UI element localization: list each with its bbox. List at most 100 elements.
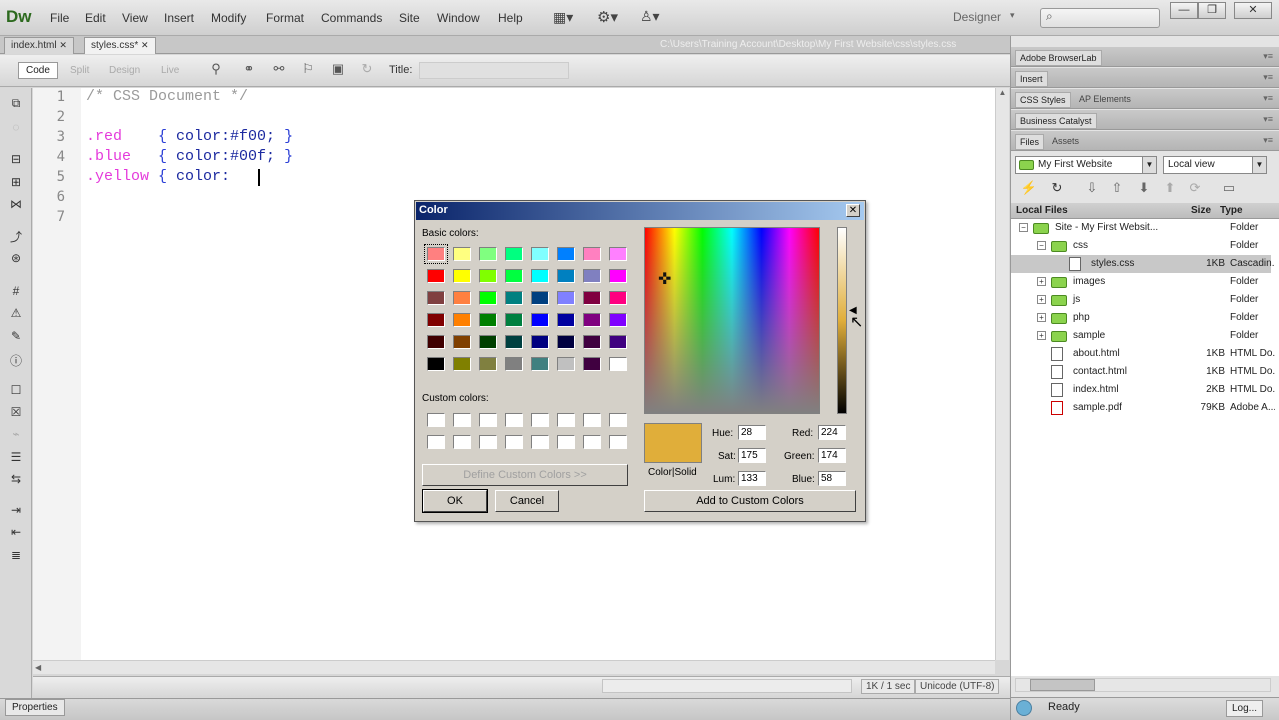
collapse-icon[interactable]: − bbox=[1037, 241, 1046, 250]
basic-color-swatch[interactable] bbox=[557, 313, 575, 327]
custom-color-swatch[interactable] bbox=[453, 435, 471, 449]
panel-menu-icon[interactable]: ▾≡ bbox=[1263, 72, 1273, 83]
basic-color-swatch[interactable] bbox=[427, 335, 445, 349]
custom-color-swatch[interactable] bbox=[427, 435, 445, 449]
basic-color-swatch[interactable] bbox=[609, 291, 627, 305]
basic-color-swatch[interactable] bbox=[479, 247, 497, 261]
put-files-icon[interactable]: ⇧ bbox=[1108, 180, 1126, 198]
menu-modify[interactable]: Modify bbox=[211, 11, 246, 25]
dialog-titlebar[interactable] bbox=[416, 202, 864, 220]
file-row[interactable]: contact.html 1KB HTML Do... bbox=[1011, 363, 1275, 381]
code-line[interactable]: .blue { color:#00f; } bbox=[86, 148, 293, 168]
menu-view[interactable]: View bbox=[122, 11, 148, 25]
outdent-code-icon[interactable]: ⇤ bbox=[7, 525, 25, 541]
sat-field[interactable]: 175 bbox=[738, 448, 766, 463]
expand-panel-icon[interactable]: ▭ bbox=[1220, 180, 1238, 198]
custom-color-swatch[interactable] bbox=[583, 413, 601, 427]
chevron-down-icon[interactable]: ▼ bbox=[1142, 157, 1156, 173]
basic-color-swatch[interactable] bbox=[531, 357, 549, 371]
file-row[interactable]: styles.css 1KB Cascadin... bbox=[1011, 255, 1275, 273]
basic-color-swatch[interactable] bbox=[453, 247, 471, 261]
basic-color-swatch[interactable] bbox=[583, 357, 601, 371]
basic-color-swatch[interactable] bbox=[505, 313, 523, 327]
hue-field[interactable]: 28 bbox=[738, 425, 766, 440]
basic-color-swatch[interactable] bbox=[531, 269, 549, 283]
menu-window[interactable]: Window bbox=[437, 11, 480, 25]
basic-color-swatch[interactable] bbox=[531, 291, 549, 305]
open-documents-icon[interactable]: ⧉ bbox=[7, 96, 25, 112]
custom-color-swatch[interactable] bbox=[583, 435, 601, 449]
visual-aids-icon[interactable]: ▣ bbox=[327, 61, 349, 79]
workspace-switcher[interactable]: Designer bbox=[953, 10, 1001, 24]
close-icon[interactable]: ✕ bbox=[141, 40, 149, 50]
ok-button[interactable]: OK bbox=[422, 489, 488, 513]
chevron-down-icon[interactable]: ▼ bbox=[1252, 157, 1266, 173]
panel-menu-icon[interactable]: ▾≡ bbox=[1263, 135, 1273, 146]
basic-color-swatch[interactable] bbox=[453, 269, 471, 283]
wrap-tag-icon[interactable]: ⌁ bbox=[7, 427, 25, 443]
basic-color-swatch[interactable] bbox=[479, 313, 497, 327]
custom-color-swatch[interactable] bbox=[531, 413, 549, 427]
close-icon[interactable]: ✕ bbox=[59, 40, 67, 50]
check-out-icon[interactable]: ⬇ bbox=[1135, 180, 1153, 198]
basic-color-swatch[interactable] bbox=[505, 335, 523, 349]
collapse-tag-icon[interactable]: ⊟ bbox=[7, 152, 25, 168]
green-field[interactable]: 174 bbox=[818, 448, 846, 463]
info-bar-icon[interactable]: ⓘ bbox=[7, 352, 25, 368]
multiscreen-icon[interactable]: ⚯ bbox=[268, 61, 290, 79]
basic-color-swatch[interactable] bbox=[557, 335, 575, 349]
basic-color-swatch[interactable] bbox=[583, 291, 601, 305]
basic-color-swatch[interactable] bbox=[479, 357, 497, 371]
custom-color-swatch[interactable] bbox=[505, 435, 523, 449]
maximize-button[interactable]: ❐ bbox=[1198, 2, 1226, 19]
highlight-invalid-code-icon[interactable]: ⚠ bbox=[7, 306, 25, 322]
basic-color-swatch[interactable] bbox=[609, 313, 627, 327]
basic-color-swatch[interactable] bbox=[427, 291, 445, 305]
basic-color-swatch[interactable] bbox=[427, 269, 445, 283]
blue-field[interactable]: 58 bbox=[818, 471, 846, 486]
layout-icon[interactable]: ▦▾ bbox=[553, 9, 573, 26]
search-input[interactable] bbox=[1040, 8, 1160, 28]
get-files-icon[interactable]: ⇩ bbox=[1083, 180, 1101, 198]
file-row[interactable]: + sample Folder bbox=[1011, 327, 1271, 345]
select-parent-tag-icon[interactable]: ⤴ bbox=[7, 228, 25, 244]
user-icon[interactable]: ♙▾ bbox=[640, 8, 660, 25]
expand-all-icon[interactable]: ⋈ bbox=[7, 197, 25, 213]
panel-menu-icon[interactable]: ▾≡ bbox=[1263, 93, 1273, 104]
file-row[interactable]: index.html 2KB HTML Do... bbox=[1011, 381, 1275, 399]
collapse-selection-icon[interactable]: ⊞ bbox=[7, 175, 25, 191]
panel-files[interactable]: Files Assets ▾≡ bbox=[1011, 131, 1279, 151]
file-row[interactable]: − css Folder bbox=[1011, 237, 1271, 255]
basic-color-swatch[interactable] bbox=[479, 291, 497, 305]
basic-color-swatch[interactable] bbox=[453, 357, 471, 371]
menu-insert[interactable]: Insert bbox=[164, 11, 194, 25]
basic-color-swatch[interactable] bbox=[453, 291, 471, 305]
file-row[interactable]: about.html 1KB HTML Do... bbox=[1011, 345, 1275, 363]
file-row[interactable]: sample.pdf 79KB Adobe A... bbox=[1011, 399, 1275, 417]
basic-color-swatch[interactable] bbox=[505, 357, 523, 371]
file-row[interactable]: + images Folder bbox=[1011, 273, 1271, 291]
minimize-button[interactable]: — bbox=[1170, 2, 1198, 19]
basic-color-swatch[interactable] bbox=[479, 335, 497, 349]
basic-color-swatch[interactable] bbox=[505, 291, 523, 305]
inspect-icon[interactable]: ⚭ bbox=[238, 61, 260, 79]
expand-icon[interactable]: + bbox=[1037, 295, 1046, 304]
custom-color-swatch[interactable] bbox=[505, 413, 523, 427]
panel-insert[interactable]: Insert ▾≡ bbox=[1011, 68, 1279, 88]
custom-color-swatch[interactable] bbox=[427, 413, 445, 427]
basic-color-swatch[interactable] bbox=[609, 357, 627, 371]
expand-icon[interactable]: + bbox=[1037, 313, 1046, 322]
apply-comment-icon[interactable]: ☐ bbox=[7, 383, 25, 399]
dialog-close-button[interactable]: ✕ bbox=[846, 204, 860, 217]
column-type[interactable]: Type bbox=[1220, 205, 1243, 216]
custom-color-swatch[interactable] bbox=[453, 413, 471, 427]
code-line[interactable]: .red { color:#f00; } bbox=[86, 128, 293, 148]
basic-color-swatch[interactable] bbox=[557, 291, 575, 305]
title-input[interactable] bbox=[419, 62, 569, 79]
refresh-icon[interactable]: ↻ bbox=[356, 61, 378, 79]
expand-icon[interactable]: + bbox=[1037, 331, 1046, 340]
recent-snippets-icon[interactable]: ☰ bbox=[7, 450, 25, 466]
luminosity-slider[interactable] bbox=[837, 227, 847, 414]
basic-color-swatch[interactable] bbox=[557, 357, 575, 371]
basic-color-swatch[interactable] bbox=[531, 313, 549, 327]
